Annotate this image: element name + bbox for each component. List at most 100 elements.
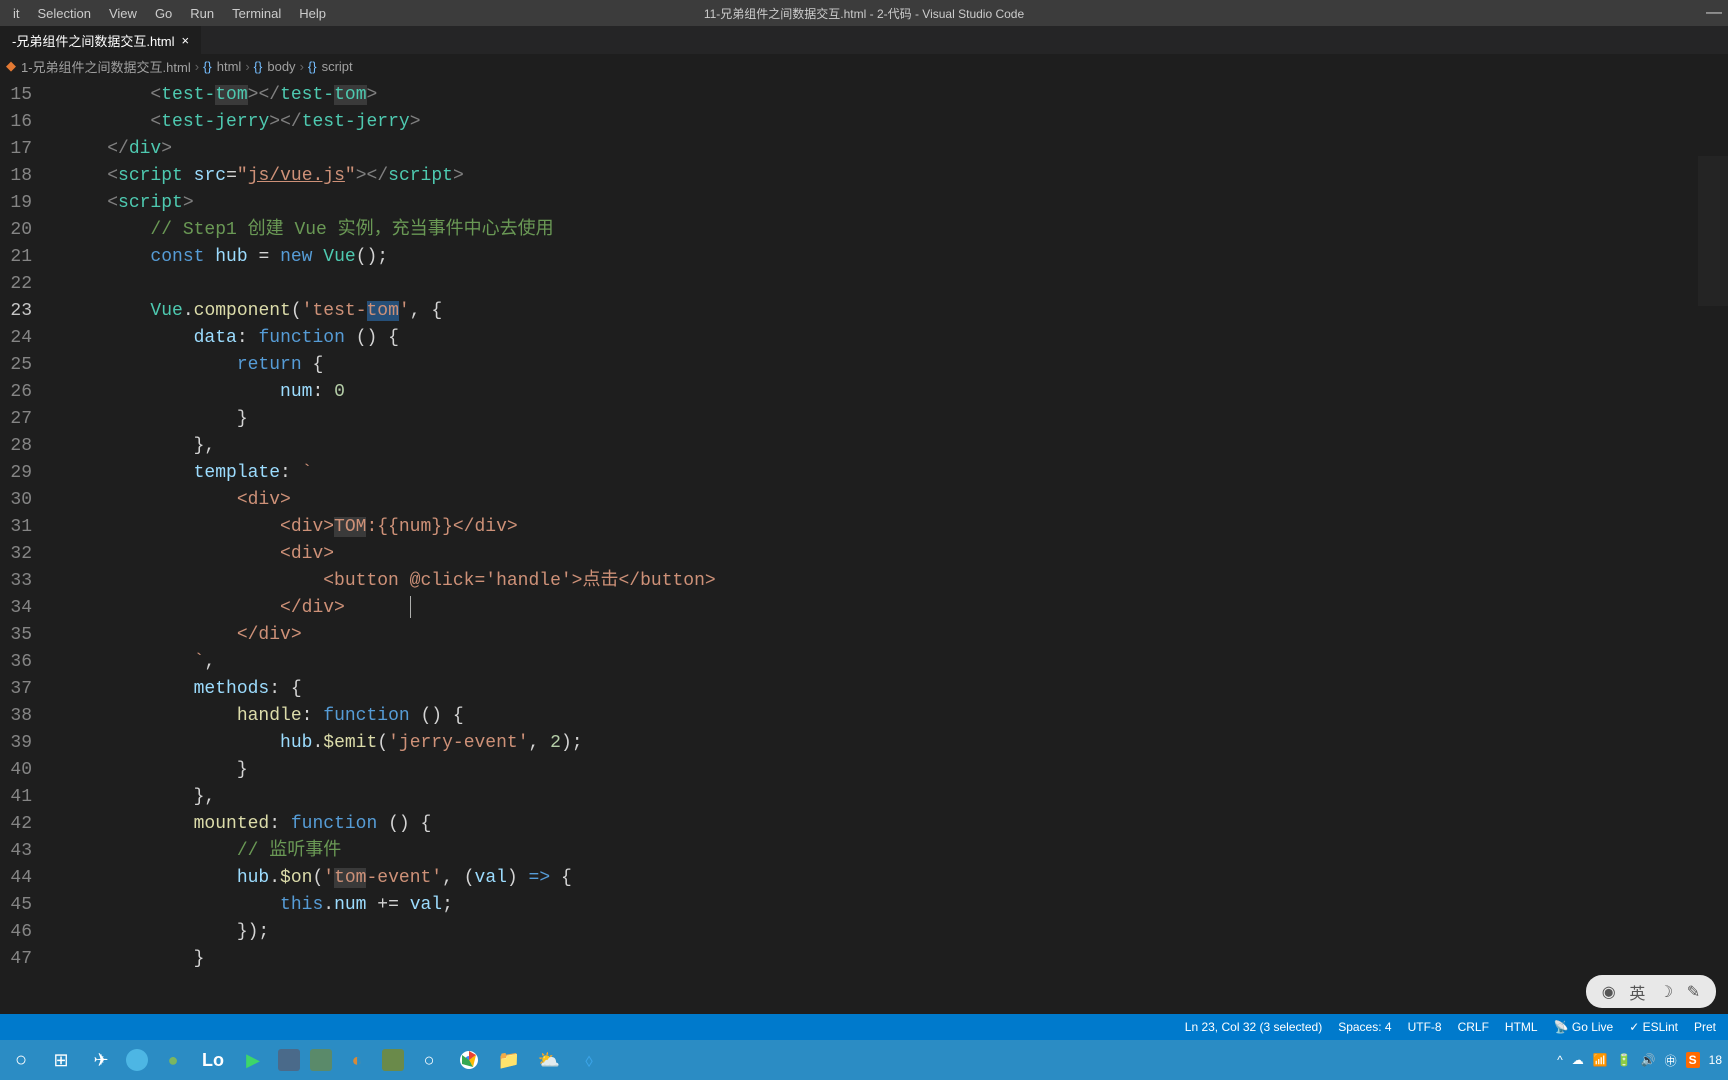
code-line[interactable]: this.num += val; [64,892,1728,919]
app-icon[interactable] [126,1049,148,1071]
status-golive[interactable]: 📡 Go Live [1554,1020,1614,1034]
line-number: 30 [0,487,32,514]
minimap[interactable] [1698,156,1728,306]
code-line[interactable]: <div> [64,487,1728,514]
code-line[interactable]: </div> [64,136,1728,163]
menu-terminal[interactable]: Terminal [223,2,290,25]
code-line[interactable]: }, [64,784,1728,811]
wifi-icon[interactable]: 📶 [1593,1053,1608,1067]
ime-tray-icon[interactable]: ㊥ [1665,1052,1677,1069]
breadcrumb-item[interactable]: ◆ 1-兄弟组件之间数据交互.html [6,57,191,76]
weather-icon[interactable]: ⛅ [534,1045,564,1075]
menu-view[interactable]: View [100,2,146,25]
code-line[interactable]: `, [64,649,1728,676]
media-icon[interactable]: ▶ [238,1045,268,1075]
status-selection[interactable]: Ln 23, Col 32 (3 selected) [1185,1020,1322,1034]
code-line[interactable]: } [64,406,1728,433]
line-number: 31 [0,514,32,541]
status-eslint[interactable]: ✓ ESLint [1629,1020,1678,1034]
line-number: 39 [0,730,32,757]
wechat-icon[interactable]: ● [158,1045,188,1075]
code-line[interactable]: <div>TOM:{{num}}</div> [64,514,1728,541]
code-line[interactable]: } [64,757,1728,784]
cortana-icon[interactable]: ○ [414,1045,444,1075]
code-line[interactable]: methods: { [64,676,1728,703]
code-line[interactable]: hub.$on('tom-event', (val) => { [64,865,1728,892]
line-number: 34 [0,595,32,622]
vscode-icon[interactable]: ⬨ [574,1045,604,1075]
line-number: 22 [0,271,32,298]
app-icon-5[interactable] [382,1049,404,1071]
code-line[interactable]: </div> [64,622,1728,649]
editor-tab[interactable]: -兄弟组件之间数据交互.html × [0,26,202,54]
code-line[interactable]: hub.$emit('jerry-event', 2); [64,730,1728,757]
app-icon-4[interactable]: ◐ [342,1045,372,1075]
menu-it[interactable]: it [4,2,29,25]
code-line[interactable]: const hub = new Vue(); [64,244,1728,271]
breadcrumb-item[interactable]: {} html [203,59,241,74]
code-line[interactable]: </div> [64,595,1728,622]
menu-help[interactable]: Help [290,2,335,25]
sogou-icon[interactable]: S [1686,1052,1700,1068]
start-button[interactable]: ○ [6,1045,36,1075]
breadcrumb-item[interactable]: {} script [308,59,353,74]
explorer-icon[interactable]: 📁 [494,1045,524,1075]
code-line[interactable]: // Step1 创建 Vue 实例，充当事件中心去使用 [64,217,1728,244]
status-spaces[interactable]: Spaces: 4 [1338,1020,1391,1034]
line-number: 41 [0,784,32,811]
status-eol[interactable]: CRLF [1458,1020,1489,1034]
minimize-button[interactable]: — [1706,4,1722,22]
code-line[interactable]: <test-tom></test-tom> [64,82,1728,109]
status-lang[interactable]: HTML [1505,1020,1538,1034]
menu-selection[interactable]: Selection [29,2,100,25]
telegram-icon[interactable]: ✈ [86,1045,116,1075]
app-icon-2[interactable] [278,1049,300,1071]
code-line[interactable]: <div> [64,541,1728,568]
code-line[interactable]: <script> [64,190,1728,217]
tray-icon[interactable]: ^ [1557,1053,1563,1067]
code-line[interactable]: mounted: function () { [64,811,1728,838]
logo-icon[interactable]: Lo [198,1045,228,1075]
menu-go[interactable]: Go [146,2,181,25]
menu-run[interactable]: Run [181,2,223,25]
breadcrumb-item[interactable]: {} body [254,59,296,74]
line-number: 17 [0,136,32,163]
code-line[interactable]: Vue.component('test-tom', { [64,298,1728,325]
cloud-icon[interactable]: ☁ [1572,1053,1584,1067]
code-line[interactable]: // 监听事件 [64,838,1728,865]
code-line[interactable]: handle: function () { [64,703,1728,730]
code-line[interactable]: }); [64,919,1728,946]
line-number: 44 [0,865,32,892]
close-tab-icon[interactable]: × [182,33,190,48]
code-line[interactable]: num: 0 [64,379,1728,406]
app-icon-3[interactable] [310,1049,332,1071]
code-line[interactable]: <test-jerry></test-jerry> [64,109,1728,136]
task-view-icon[interactable]: ⊞ [46,1045,76,1075]
status-prettier[interactable]: Pret [1694,1020,1716,1034]
volume-icon[interactable]: 🔊 [1641,1053,1656,1067]
code-line[interactable]: }, [64,433,1728,460]
chrome-icon[interactable] [454,1045,484,1075]
code-line[interactable]: data: function () { [64,325,1728,352]
code-line[interactable]: return { [64,352,1728,379]
line-number: 35 [0,622,32,649]
breadcrumb-bar: ◆ 1-兄弟组件之间数据交互.html›{} html›{} body›{} s… [0,54,1728,78]
status-encoding[interactable]: UTF-8 [1408,1020,1442,1034]
line-number: 37 [0,676,32,703]
code-area[interactable]: <test-tom></test-tom> <test-jerry></test… [44,78,1728,1014]
line-number: 23 [0,298,32,325]
tray-time[interactable]: 18 [1709,1053,1722,1067]
editor[interactable]: 1516171819202122232425262728293031323334… [0,78,1728,1014]
line-gutter: 1516171819202122232425262728293031323334… [0,78,44,1014]
line-number: 40 [0,757,32,784]
line-number: 24 [0,325,32,352]
battery-icon[interactable]: 🔋 [1617,1053,1632,1067]
chevron-right-icon: › [245,59,249,74]
moon-icon: ☽ [1659,982,1673,1002]
code-line[interactable]: template: ` [64,460,1728,487]
code-line[interactable]: <button @click='handle'>点击</button> [64,568,1728,595]
ime-widget[interactable]: ◉ 英 ☽ ✎ [1586,975,1716,1008]
code-line[interactable]: <script src="js/vue.js"></script> [64,163,1728,190]
code-line[interactable] [64,271,1728,298]
code-line[interactable]: } [64,946,1728,973]
